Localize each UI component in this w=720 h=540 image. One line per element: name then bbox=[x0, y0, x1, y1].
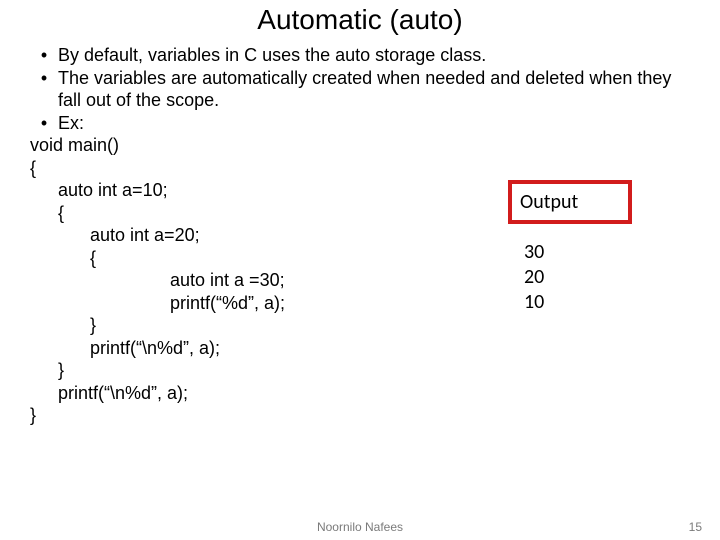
bullet-item: • By default, variables in C uses the au… bbox=[30, 44, 690, 67]
bullet-text: The variables are automatically created … bbox=[58, 67, 690, 112]
output-value: 10 bbox=[524, 290, 632, 315]
bullet-item: • The variables are automatically create… bbox=[30, 67, 690, 112]
output-label: Output bbox=[520, 190, 578, 214]
bullet-text: Ex: bbox=[58, 112, 84, 135]
output-label-box: Output bbox=[508, 180, 632, 224]
bullet-item: • Ex: bbox=[30, 112, 690, 135]
code-line: printf(“\n%d”, a); bbox=[90, 337, 690, 360]
footer-page-number: 15 bbox=[689, 520, 702, 534]
code-line: { bbox=[30, 157, 690, 180]
bullet-dot: • bbox=[30, 112, 58, 135]
footer-author: Noornilo Nafees bbox=[0, 520, 720, 534]
bullet-dot: • bbox=[30, 67, 58, 112]
output-value: 30 bbox=[524, 240, 632, 265]
code-line: } bbox=[90, 314, 690, 337]
code-line: } bbox=[30, 404, 690, 427]
output-values: 30 20 10 bbox=[512, 240, 632, 315]
bullet-text: By default, variables in C uses the auto… bbox=[58, 44, 486, 67]
slide-body: • By default, variables in C uses the au… bbox=[0, 44, 720, 427]
slide-title: Automatic (auto) bbox=[0, 4, 720, 36]
output-value: 20 bbox=[524, 265, 632, 290]
bullet-dot: • bbox=[30, 44, 58, 67]
code-line: void main() bbox=[30, 134, 690, 157]
code-line: } bbox=[58, 359, 690, 382]
code-line: printf(“\n%d”, a); bbox=[58, 382, 690, 405]
